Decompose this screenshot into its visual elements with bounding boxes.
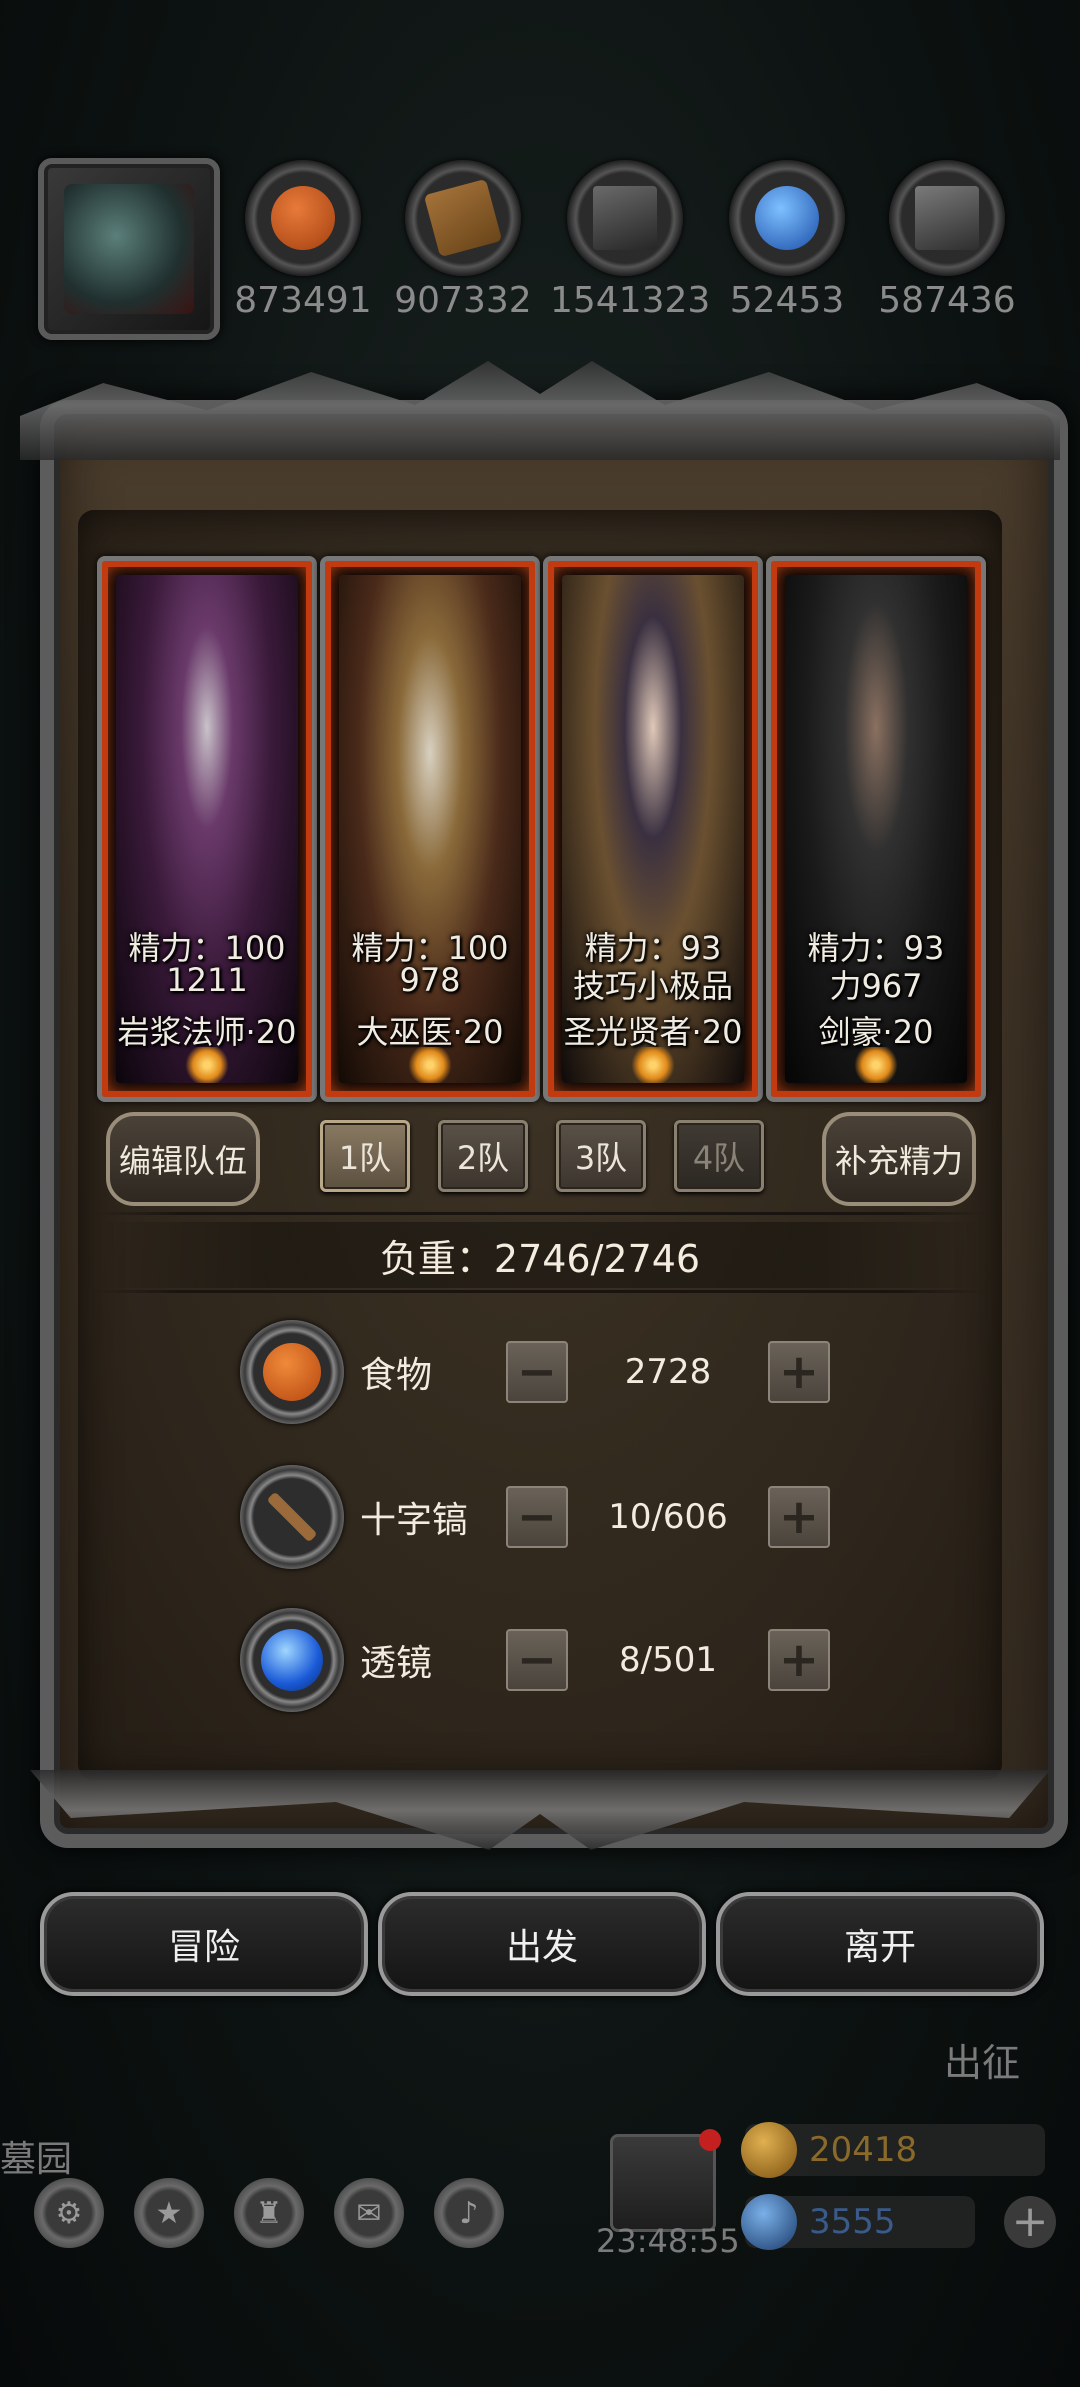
food-icon	[240, 1320, 344, 1424]
divider	[92, 1290, 988, 1293]
supply-label: 十字镐	[360, 1500, 469, 1541]
increase-button[interactable]: +	[768, 1486, 830, 1548]
add-currency-button[interactable]: +	[1004, 2196, 1056, 2248]
resource-crystal-value: 52453	[729, 280, 845, 321]
supply-quantity: 8/501	[619, 1640, 717, 1680]
divider	[92, 1212, 988, 1215]
tab-team-3[interactable]: 3队	[556, 1120, 646, 1192]
player-avatar[interactable]	[38, 158, 220, 340]
dragon-avatar-icon	[64, 184, 194, 314]
resource-food: 873491	[228, 160, 378, 321]
gold-value: 20418	[809, 2130, 918, 2170]
supply-row-lens: 透镜 − 8/501 +	[240, 1608, 830, 1712]
mail-icon[interactable]: ✉	[334, 2178, 404, 2248]
resource-iron: 1541323	[550, 160, 711, 321]
refill-stamina-button[interactable]: 补充精力	[822, 1112, 976, 1206]
notification-dot	[699, 2129, 721, 2151]
resource-stone: 587436	[872, 160, 1022, 321]
hero-power: 1211	[166, 961, 248, 999]
decrease-button[interactable]: −	[506, 1341, 568, 1403]
resource-wood: 907332	[388, 160, 538, 321]
supply-label: 透镜	[360, 1643, 433, 1684]
resource-stone-value: 587436	[878, 280, 1016, 321]
supply-quantity: 10/606	[608, 1497, 728, 1537]
edit-team-button[interactable]: 编辑队伍	[106, 1112, 260, 1206]
iron-icon	[593, 186, 657, 250]
gift-timer: 23:48:55	[596, 2222, 740, 2260]
tab-team-1[interactable]: 1队	[320, 1120, 410, 1192]
star-icon[interactable]: ★	[134, 2178, 204, 2248]
gold-coin-icon	[741, 2122, 797, 2178]
supply-quantity: 2728	[624, 1352, 712, 1392]
supply-row-pickaxe: 十字镐 − 10/606 +	[240, 1465, 830, 1569]
wood-icon	[423, 178, 503, 258]
decrease-button[interactable]: −	[506, 1486, 568, 1548]
gem-icon	[741, 2194, 797, 2250]
gold-counter: 20418	[741, 2122, 1045, 2178]
sound-icon[interactable]: ♪	[434, 2178, 504, 2248]
hero-card[interactable]: 精力：100 978 大巫医·20	[320, 556, 540, 1102]
adventure-button[interactable]: 冒险	[40, 1892, 368, 1996]
rank-emblem-icon	[405, 1047, 455, 1083]
hero-card[interactable]: 精力：93 技巧小极品 圣光贤者·20	[543, 556, 763, 1102]
pickaxe-icon	[240, 1465, 344, 1569]
stone-icon	[915, 186, 979, 250]
gem-value: 3555	[809, 2202, 896, 2242]
food-icon	[271, 186, 335, 250]
rank-emblem-icon	[628, 1047, 678, 1083]
tab-team-4[interactable]: 4队	[674, 1120, 764, 1192]
hero-power: 力967	[829, 967, 923, 1005]
settings-icon[interactable]: ⚙	[34, 2178, 104, 2248]
lens-icon	[240, 1608, 344, 1712]
hero-power: 978	[399, 961, 461, 999]
castle-icon[interactable]: ♜	[234, 2178, 304, 2248]
increase-button[interactable]: +	[768, 1341, 830, 1403]
decrease-button[interactable]: −	[506, 1629, 568, 1691]
leave-button[interactable]: 离开	[716, 1892, 1044, 1996]
increase-button[interactable]: +	[768, 1629, 830, 1691]
rank-emblem-icon	[182, 1047, 232, 1083]
garden-label: 墓园	[0, 2139, 73, 2180]
load-capacity: 负重：2746/2746	[95, 1222, 985, 1288]
gem-counter: 3555	[741, 2194, 975, 2250]
depart-button[interactable]: 出发	[378, 1892, 706, 1996]
hero-card[interactable]: 精力：100 1211 岩浆法师·20	[97, 556, 317, 1102]
tab-team-2[interactable]: 2队	[438, 1120, 528, 1192]
supply-label: 食物	[360, 1355, 433, 1396]
expedition-label: 出征	[944, 2041, 1021, 2085]
rank-emblem-icon	[851, 1047, 901, 1083]
resource-iron-value: 1541323	[550, 280, 711, 321]
supply-row-food: 食物 − 2728 +	[240, 1320, 830, 1424]
hero-power: 技巧小极品	[572, 967, 733, 1005]
dragon-crest-top	[20, 361, 1060, 460]
hero-card[interactable]: 精力：93 力967 剑豪·20	[766, 556, 986, 1102]
crystal-icon	[755, 186, 819, 250]
resource-wood-value: 907332	[394, 280, 532, 321]
resource-crystal: 52453	[712, 160, 862, 321]
gift-box-icon[interactable]	[610, 2129, 721, 2232]
resource-food-value: 873491	[234, 280, 372, 321]
